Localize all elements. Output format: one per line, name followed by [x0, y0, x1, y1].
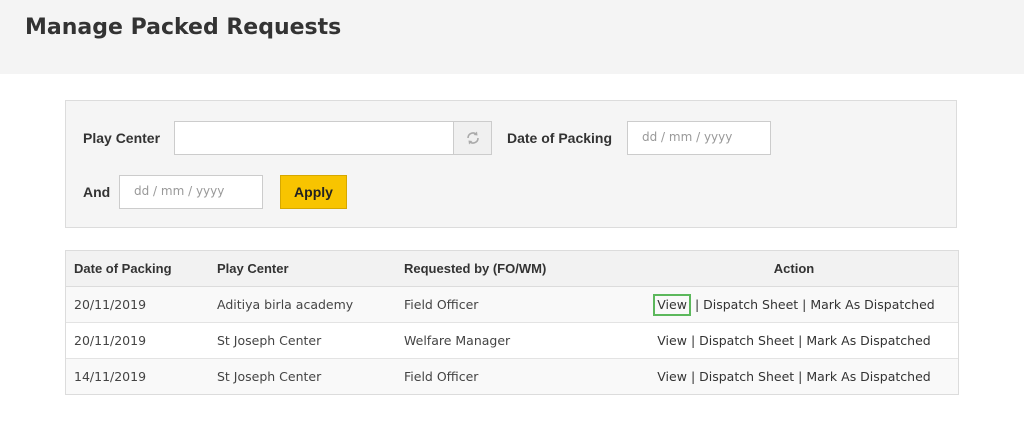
dispatch-sheet-link[interactable]: Dispatch Sheet — [699, 369, 794, 384]
cell-date: 14/11/2019 — [66, 358, 209, 394]
dispatch-sheet-link[interactable]: Dispatch Sheet — [703, 297, 798, 312]
cell-play-center: St Joseph Center — [209, 358, 396, 394]
date-from-input[interactable]: dd / mm / yyyy — [627, 121, 771, 155]
table-row: 20/11/2019 St Joseph Center Welfare Mana… — [66, 322, 958, 359]
col-play-center: Play Center — [209, 251, 396, 287]
cell-date: 20/11/2019 — [66, 322, 209, 359]
cell-requested-by: Welfare Manager — [396, 322, 630, 359]
cell-action: View | Dispatch Sheet | Mark As Dispatch… — [630, 358, 958, 394]
action-separator: | — [798, 333, 803, 348]
and-label: And — [83, 184, 111, 200]
refresh-icon — [466, 131, 479, 145]
view-link[interactable]: View — [657, 333, 687, 348]
table-header-row: Date of Packing Play Center Requested by… — [66, 251, 958, 287]
apply-button[interactable]: Apply — [280, 175, 347, 209]
action-separator: | — [802, 296, 807, 312]
view-link[interactable]: View — [653, 293, 691, 316]
date-of-packing-label: Date of Packing — [507, 130, 613, 146]
refresh-button[interactable] — [453, 122, 491, 154]
play-center-select[interactable] — [174, 121, 492, 155]
table-row: 20/11/2019 Aditiya birla academy Field O… — [66, 286, 958, 323]
play-center-label: Play Center — [83, 130, 161, 146]
cell-requested-by: Field Officer — [396, 358, 630, 394]
page-header: Manage Packed Requests — [0, 0, 1024, 74]
cell-requested-by: Field Officer — [396, 286, 630, 323]
mark-as-dispatched-link[interactable]: Mark As Dispatched — [806, 369, 930, 384]
mark-as-dispatched-link[interactable]: Mark As Dispatched — [806, 333, 930, 348]
cell-play-center: St Joseph Center — [209, 322, 396, 359]
cell-action: View | Dispatch Sheet | Mark As Dispatch… — [630, 286, 958, 323]
table-row: 14/11/2019 St Joseph Center Field Office… — [66, 358, 958, 394]
date-to-input[interactable]: dd / mm / yyyy — [119, 175, 263, 209]
col-action: Action — [630, 251, 958, 287]
dispatch-sheet-link[interactable]: Dispatch Sheet — [699, 333, 794, 348]
action-separator: | — [690, 369, 696, 384]
filter-panel: Play Center Date of Packing dd / mm / yy… — [65, 100, 957, 228]
cell-play-center: Aditiya birla academy — [209, 286, 396, 323]
packed-requests-table: Date of Packing Play Center Requested by… — [65, 250, 959, 395]
action-separator: | — [690, 333, 696, 348]
action-separator: | — [798, 369, 803, 384]
cell-date: 20/11/2019 — [66, 286, 209, 323]
cell-action: View | Dispatch Sheet | Mark As Dispatch… — [630, 322, 958, 359]
action-separator: | — [694, 296, 700, 312]
view-link[interactable]: View — [657, 369, 687, 384]
mark-as-dispatched-link[interactable]: Mark As Dispatched — [810, 297, 934, 312]
col-date-of-packing: Date of Packing — [66, 251, 209, 287]
page-title: Manage Packed Requests — [25, 15, 342, 40]
col-requested-by: Requested by (FO/WM) — [396, 251, 630, 287]
